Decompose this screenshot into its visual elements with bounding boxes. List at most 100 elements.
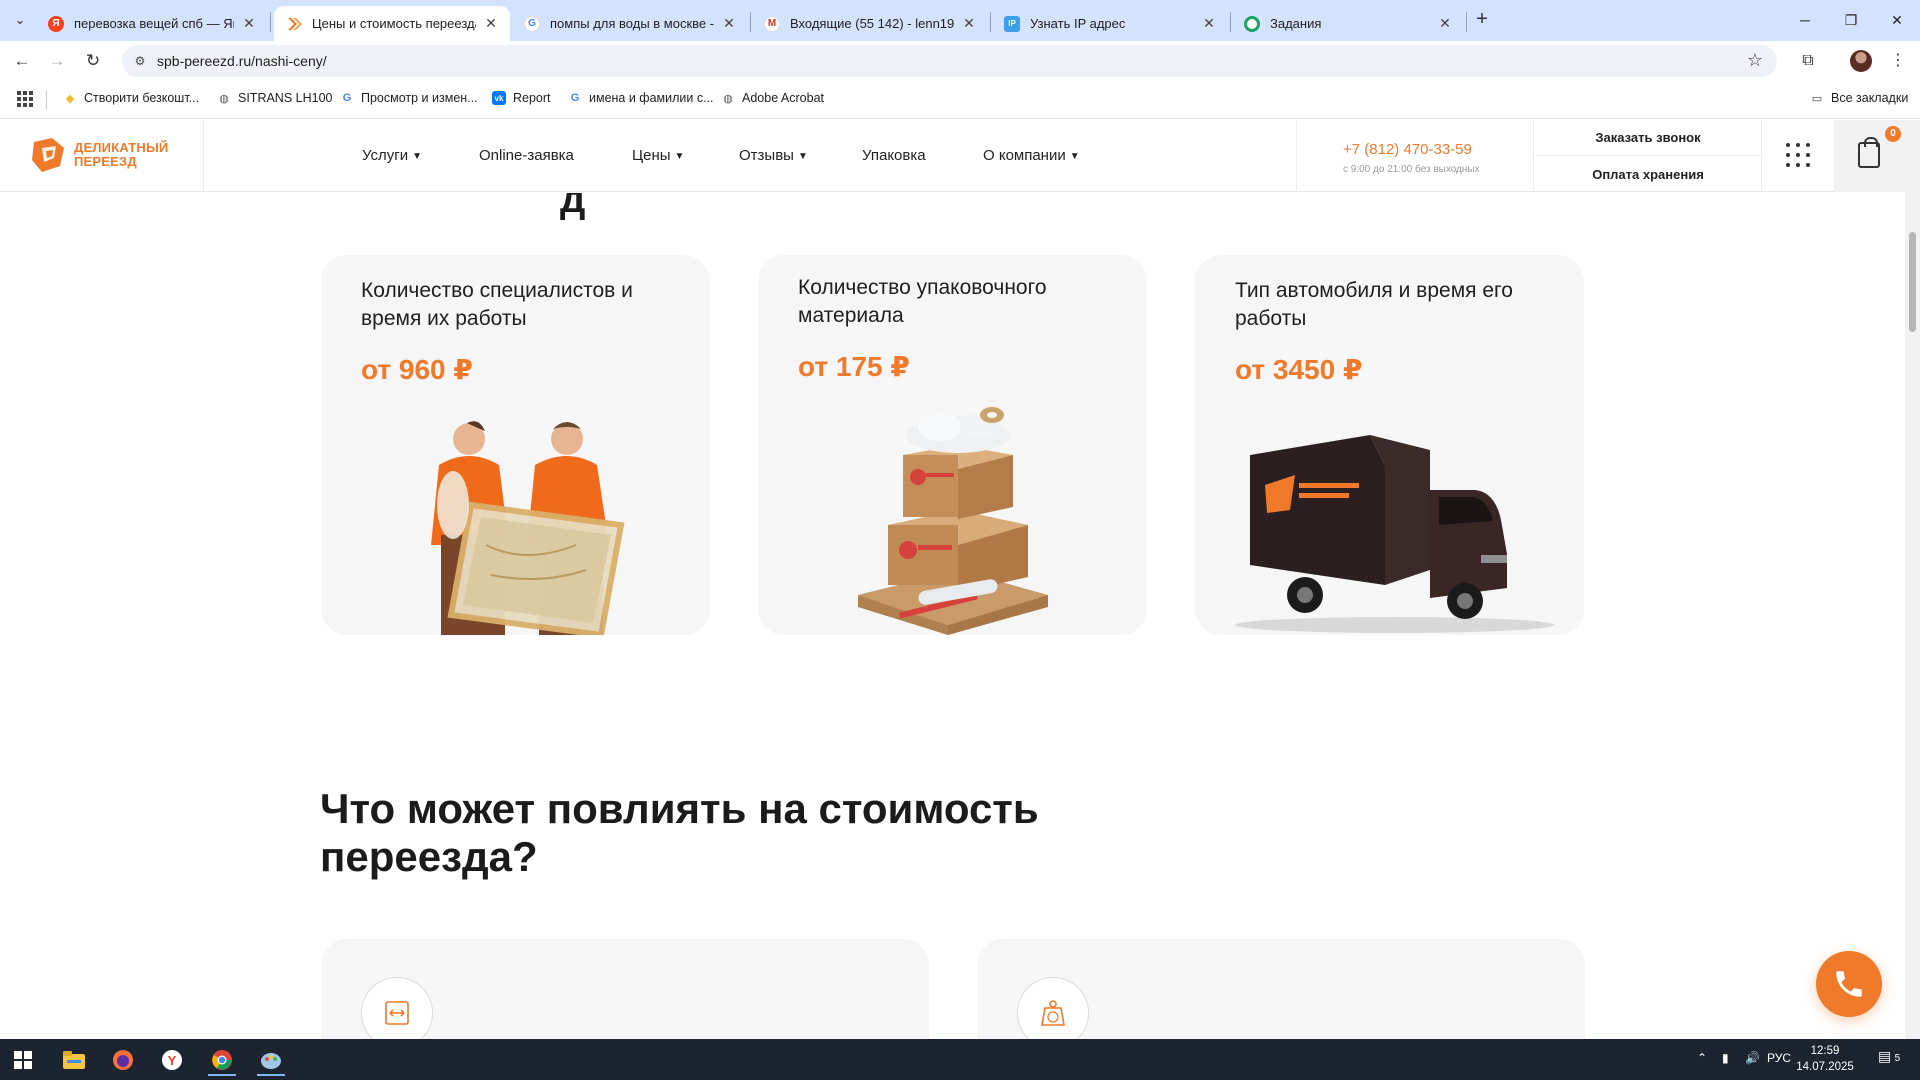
window-close-icon[interactable]: ✕ — [1874, 6, 1920, 34]
menu-label: Online-заявка — [479, 147, 574, 164]
svg-text:Y: Y — [168, 1053, 177, 1068]
menu-packing[interactable]: Упаковка — [862, 147, 926, 164]
bookmark-item[interactable]: ◍ Adobe Acrobat — [721, 91, 824, 105]
tab-pricing[interactable]: Цены и стоимость переезда в ✕ — [274, 6, 510, 41]
page-content: д Количество специалистов и время их раб… — [0, 193, 1905, 1039]
order-call-button[interactable]: Заказать звонок — [1535, 120, 1761, 156]
url-text[interactable]: spb-pereezd.ru/nashi-ceny/ — [157, 53, 327, 69]
bookmark-label: SITRANS LH100 — [238, 91, 333, 105]
menu-reviews[interactable]: Отзывы ▼ — [739, 147, 808, 164]
minimize-icon[interactable]: ─ — [1782, 6, 1828, 34]
card-title: Тип автомобиля и время его работы — [1235, 279, 1513, 330]
tab-divider — [1230, 12, 1231, 32]
phone-link[interactable]: +7 (812) 470-33-59 — [1343, 141, 1472, 158]
binance-icon: ◆ — [65, 92, 75, 105]
menu-prices[interactable]: Цены ▼ — [632, 147, 684, 164]
file-explorer-icon[interactable] — [54, 1043, 94, 1076]
phone-icon — [1836, 971, 1862, 997]
address-bar[interactable]: ⚙ spb-pereezd.ru/nashi-ceny/ ☆ — [122, 45, 1777, 77]
bookmark-item[interactable]: vk Report — [492, 91, 551, 105]
tab-title: перевозка вещей спб — Яндекс — [74, 16, 234, 31]
bookmark-item[interactable]: G Просмотр и измен... — [340, 91, 478, 105]
more-menu-icon[interactable]: ⋮ — [1886, 49, 1910, 73]
start-button[interactable] — [3, 1043, 43, 1076]
bookmark-item[interactable]: ◍ SITRANS LH100 — [217, 91, 332, 105]
extensions-puzzle-icon[interactable]: ⧉ — [1796, 49, 1820, 73]
truck-illustration — [1235, 435, 1555, 633]
back-arrow-icon[interactable]: ← — [10, 49, 34, 73]
price-card-packing[interactable]: Количество упаковочного материала от 175… — [758, 255, 1147, 635]
card-title: Количество упаковочного материала — [798, 276, 1047, 327]
close-icon[interactable]: ✕ — [1436, 15, 1454, 32]
shopping-bag-icon — [1858, 137, 1880, 168]
price-card-specialists[interactable]: Количество специалистов и время их работ… — [321, 255, 710, 635]
close-icon[interactable]: ✕ — [960, 15, 978, 32]
chrome-icon[interactable] — [202, 1043, 242, 1076]
cart-button[interactable]: 0 — [1834, 120, 1905, 192]
cart-count-badge: 0 — [1885, 126, 1901, 142]
clock-date: 14.07.2025 — [1796, 1061, 1854, 1073]
ip-icon: IP — [1004, 15, 1020, 32]
bookmark-star-icon[interactable]: ☆ — [1747, 50, 1763, 71]
tab-gmail[interactable]: M Входящие (55 142) - lenn19150 ✕ — [752, 6, 988, 41]
profile-avatar[interactable] — [1850, 50, 1872, 72]
working-hours: с 9:00 до 21:00 без выходных — [1343, 164, 1480, 175]
restore-icon[interactable]: ❐ — [1828, 6, 1874, 34]
forward-arrow-icon[interactable]: → — [45, 49, 69, 73]
menu-services[interactable]: Услуги ▼ — [362, 147, 422, 164]
menu-about[interactable]: О компании ▼ — [983, 147, 1080, 164]
vk-icon: vk — [492, 91, 506, 105]
notifications-button[interactable]: ▤ 5 — [1878, 1048, 1900, 1065]
card-price: от 175 ₽ — [798, 351, 910, 382]
tab-divider — [750, 12, 751, 32]
new-tab-plus-icon[interactable]: + — [1470, 8, 1494, 32]
tray-chevron-up-icon[interactable]: ⌃ — [1697, 1051, 1707, 1065]
scrollbar-thumb[interactable] — [1909, 232, 1916, 332]
google-icon: G — [524, 15, 540, 32]
call-button[interactable] — [1816, 951, 1882, 1017]
close-icon[interactable]: ✕ — [720, 15, 738, 32]
cut-off-heading-fragment: д — [560, 193, 586, 221]
clock-time: 12:59 — [1810, 1045, 1840, 1057]
all-bookmarks-button[interactable]: ▭ Все закладки — [1810, 91, 1909, 105]
bookmark-item[interactable]: ◆ Створити безкошт... — [63, 91, 199, 105]
factor-card-weight — [977, 939, 1585, 1039]
volume-icon[interactable]: 🔊 — [1745, 1051, 1760, 1065]
reload-icon[interactable]: ↻ — [81, 49, 105, 73]
factor-card-distance — [321, 939, 929, 1039]
network-icon[interactable]: ▮ — [1722, 1051, 1729, 1065]
clock[interactable]: 12:59 14.07.2025 — [1790, 1043, 1860, 1075]
card-price: от 960 ₽ — [361, 354, 473, 385]
close-icon[interactable]: ✕ — [482, 15, 500, 32]
close-icon[interactable]: ✕ — [240, 15, 258, 32]
header-divider — [203, 120, 204, 192]
grid-menu-icon[interactable] — [1786, 143, 1810, 167]
yandex-icon: Я — [48, 15, 64, 32]
weight-icon — [1017, 977, 1089, 1039]
apps-grid-icon[interactable] — [17, 91, 33, 107]
yandex-browser-icon[interactable]: Y — [152, 1043, 192, 1076]
globe-icon: ◍ — [219, 92, 229, 105]
paint-app-icon[interactable] — [251, 1043, 291, 1076]
chevron-down-icon: ▼ — [797, 151, 808, 162]
tab-title: Узнать IP адрес — [1030, 16, 1126, 31]
language-indicator[interactable]: РУС — [1767, 1051, 1791, 1065]
tab-search-chevron-icon[interactable]: ⌄ — [8, 8, 32, 32]
firefox-icon[interactable] — [103, 1043, 143, 1076]
site-logo[interactable]: ДЕЛИКАТНЫЙ ПЕРЕЕЗД — [30, 136, 184, 174]
page-scrollbar[interactable] — [1905, 120, 1920, 1039]
tab-ip[interactable]: IP Узнать IP адрес ✕ — [992, 6, 1228, 41]
menu-online-order[interactable]: Online-заявка — [479, 147, 574, 164]
notification-icon: ▤ — [1878, 1048, 1892, 1064]
price-card-vehicle[interactable]: Тип автомобиля и время его работы от 345… — [1195, 255, 1584, 635]
menu-label: Упаковка — [862, 147, 926, 164]
tab-yandex[interactable]: Я перевозка вещей спб — Яндекс ✕ — [36, 6, 268, 41]
site-info-icon[interactable]: ⚙ — [132, 53, 148, 69]
header-divider — [1761, 120, 1762, 192]
bookmark-item[interactable]: G имена и фамилии с... — [568, 91, 714, 105]
storage-payment-button[interactable]: Оплата хранения — [1535, 156, 1761, 192]
header-divider — [1533, 120, 1534, 192]
close-icon[interactable]: ✕ — [1200, 15, 1218, 32]
tab-tasks[interactable]: Задания ✕ — [1232, 6, 1464, 41]
tab-google-search[interactable]: G помпы для воды в москве - Поиск ✕ — [512, 6, 748, 41]
